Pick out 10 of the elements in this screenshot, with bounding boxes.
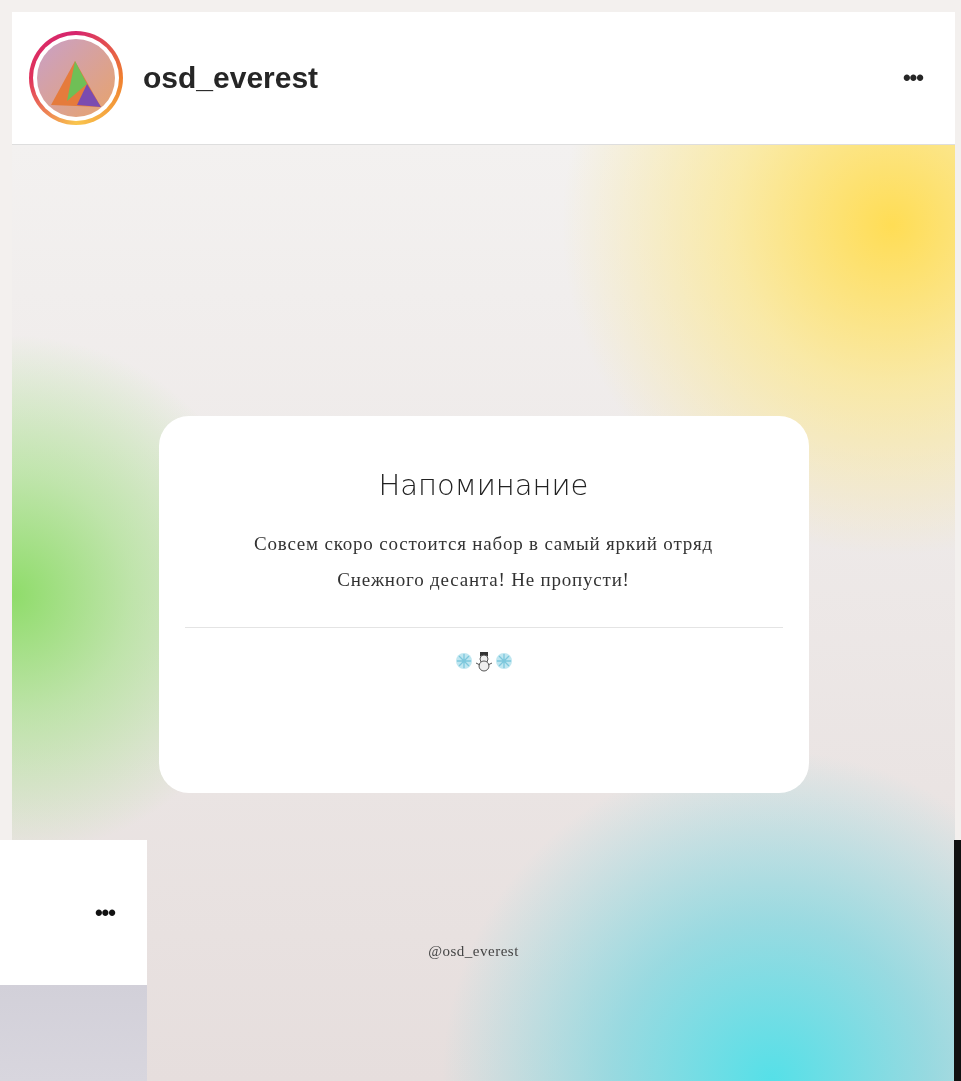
card-title: Напоминание [378, 468, 589, 502]
snowman-icon [474, 652, 493, 672]
more-options-icon[interactable]: ••• [902, 65, 923, 91]
snowflake-icon [494, 652, 513, 670]
watermark-text: @osd_everest [428, 943, 519, 960]
snowflake-icon [454, 652, 473, 670]
avatar-icon [37, 39, 115, 117]
more-options-icon[interactable]: ••• [94, 899, 115, 926]
username[interactable]: osd_everest [143, 61, 903, 95]
card-text: Совсем скоро состоится набор в самый яркий отряд Снежного десанта! Не пропусти! [252, 532, 715, 592]
